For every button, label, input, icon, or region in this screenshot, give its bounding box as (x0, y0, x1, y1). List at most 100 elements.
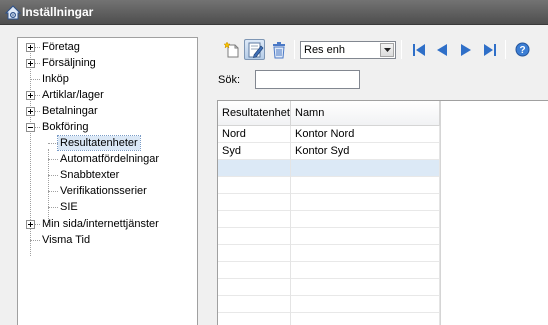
cell-namn[interactable] (291, 313, 440, 325)
next-icon (460, 43, 471, 56)
delete-button[interactable] (268, 39, 289, 60)
tree-item-label: SIE (60, 201, 78, 213)
table-row[interactable] (218, 194, 440, 211)
tree-connector (48, 207, 58, 208)
cell-namn[interactable] (291, 160, 440, 177)
table-row[interactable] (218, 228, 440, 245)
cell-resultatenhet[interactable] (218, 211, 291, 228)
settings-house-icon (5, 5, 21, 20)
chevron-down-icon[interactable] (380, 43, 394, 57)
cell-resultatenhet[interactable] (218, 262, 291, 279)
next-record-button[interactable] (455, 39, 476, 60)
tree-item-min-sida[interactable]: Min sida/internettjänster (42, 217, 159, 231)
tree-item-sie[interactable]: SIE (60, 200, 78, 214)
tree-item-label: Bokföring (42, 121, 89, 133)
table-row[interactable] (218, 296, 440, 313)
unit-select[interactable]: Res enh (300, 41, 396, 59)
edit-icon (248, 42, 263, 58)
tree-item-visma-tid[interactable]: Visma Tid (42, 233, 90, 247)
cell-resultatenhet[interactable] (218, 296, 291, 313)
tree-item-label: Verifikationsserier (60, 185, 147, 197)
expand-icon[interactable] (26, 107, 35, 116)
table-row[interactable] (218, 262, 440, 279)
edit-button[interactable] (244, 39, 265, 60)
tree-item-label: Artiklar/lager (42, 89, 104, 101)
cell-resultatenhet[interactable] (218, 313, 291, 325)
cell-resultatenhet[interactable]: Nord (218, 126, 291, 143)
delete-icon (272, 41, 285, 58)
tree-item-label: Inköp (42, 73, 69, 85)
help-button[interactable]: ? (512, 39, 533, 60)
tree-item-artiklar-lager[interactable]: Artiklar/lager (42, 88, 104, 102)
tree-item-verifikationsserier[interactable]: Verifikationsserier (60, 184, 147, 198)
cell-namn[interactable] (291, 177, 440, 194)
toolbar-separator (505, 40, 506, 59)
cell-namn[interactable] (291, 228, 440, 245)
cell-namn[interactable] (291, 296, 440, 313)
tree-connector (48, 191, 58, 192)
tree-item-label: Betalningar (42, 105, 98, 117)
first-record-button[interactable] (408, 39, 429, 60)
last-icon (483, 43, 496, 56)
tree-item-forsaljning[interactable]: Försäljning (42, 56, 96, 70)
grid-right-border (440, 101, 441, 325)
tree-item-foretag[interactable]: Företag (42, 40, 80, 54)
column-header-namn[interactable]: Namn (291, 101, 440, 126)
new-button[interactable] (222, 39, 243, 60)
column-header-resultatenhet[interactable]: Resultatenhet (218, 101, 291, 126)
settings-content: Företag Försäljning Inköp Artiklar/lager… (0, 25, 548, 325)
table-row[interactable] (218, 245, 440, 262)
expand-icon[interactable] (26, 59, 35, 68)
cell-namn[interactable] (291, 245, 440, 262)
tree-branch-line (48, 149, 49, 225)
tree-item-bokforing[interactable]: Bokföring (42, 120, 88, 134)
tree-item-label: Visma Tid (42, 234, 91, 246)
grid-body: Nord Kontor Nord Syd Kontor Syd (218, 126, 440, 325)
expand-icon[interactable] (26, 91, 35, 100)
cell-resultatenhet[interactable]: Syd (218, 143, 291, 160)
tree-item-snabbtexter[interactable]: Snabbtexter (60, 168, 119, 182)
cell-resultatenhet[interactable] (218, 160, 291, 177)
tree-item-label: Företag (42, 41, 80, 53)
cell-namn[interactable] (291, 194, 440, 211)
expand-icon[interactable] (26, 220, 35, 229)
cell-namn[interactable] (291, 211, 440, 228)
cell-namn[interactable] (291, 279, 440, 296)
table-row[interactable] (218, 177, 440, 194)
units-grid[interactable]: Resultatenhet Namn Nord Kontor Nord Syd Kon… (217, 100, 548, 325)
window-title: Inställningar (22, 5, 94, 19)
previous-icon (436, 43, 447, 56)
cell-namn[interactable] (291, 262, 440, 279)
cell-resultatenhet[interactable] (218, 177, 291, 194)
table-row[interactable] (218, 211, 440, 228)
settings-tree[interactable]: Företag Försäljning Inköp Artiklar/lager… (17, 37, 198, 325)
table-row[interactable] (218, 279, 440, 296)
table-row[interactable]: Nord Kontor Nord (218, 126, 440, 143)
cell-resultatenhet[interactable] (218, 194, 291, 211)
tree-connector (30, 79, 40, 80)
search-input[interactable] (255, 70, 360, 89)
table-row[interactable]: Syd Kontor Syd (218, 143, 440, 160)
collapse-icon[interactable] (26, 123, 35, 132)
cell-resultatenhet[interactable] (218, 279, 291, 296)
cell-namn[interactable]: Kontor Syd (291, 143, 440, 160)
tree-item-betalningar[interactable]: Betalningar (42, 104, 98, 118)
tree-item-inkop[interactable]: Inköp (42, 72, 69, 86)
previous-record-button[interactable] (431, 39, 452, 60)
search-label: Sök: (218, 74, 241, 86)
tree-connector (30, 240, 40, 241)
table-row[interactable] (218, 160, 440, 177)
toolbar-separator (294, 40, 295, 59)
tree-item-label: Min sida/internettjänster (42, 218, 159, 230)
unit-select-value: Res enh (304, 44, 345, 56)
expand-icon[interactable] (26, 43, 35, 52)
grid-header: Resultatenhet Namn (218, 101, 440, 126)
cell-namn[interactable]: Kontor Nord (291, 126, 440, 143)
tree-item-resultatenheter[interactable]: Resultatenheter (57, 135, 141, 151)
tree-item-automatfordelningar[interactable]: Automatfördelningar (60, 152, 159, 166)
cell-resultatenhet[interactable] (218, 228, 291, 245)
last-record-button[interactable] (479, 39, 500, 60)
cell-resultatenhet[interactable] (218, 245, 291, 262)
tree-item-label: Automatfördelningar (60, 153, 160, 165)
table-row[interactable] (218, 313, 440, 325)
